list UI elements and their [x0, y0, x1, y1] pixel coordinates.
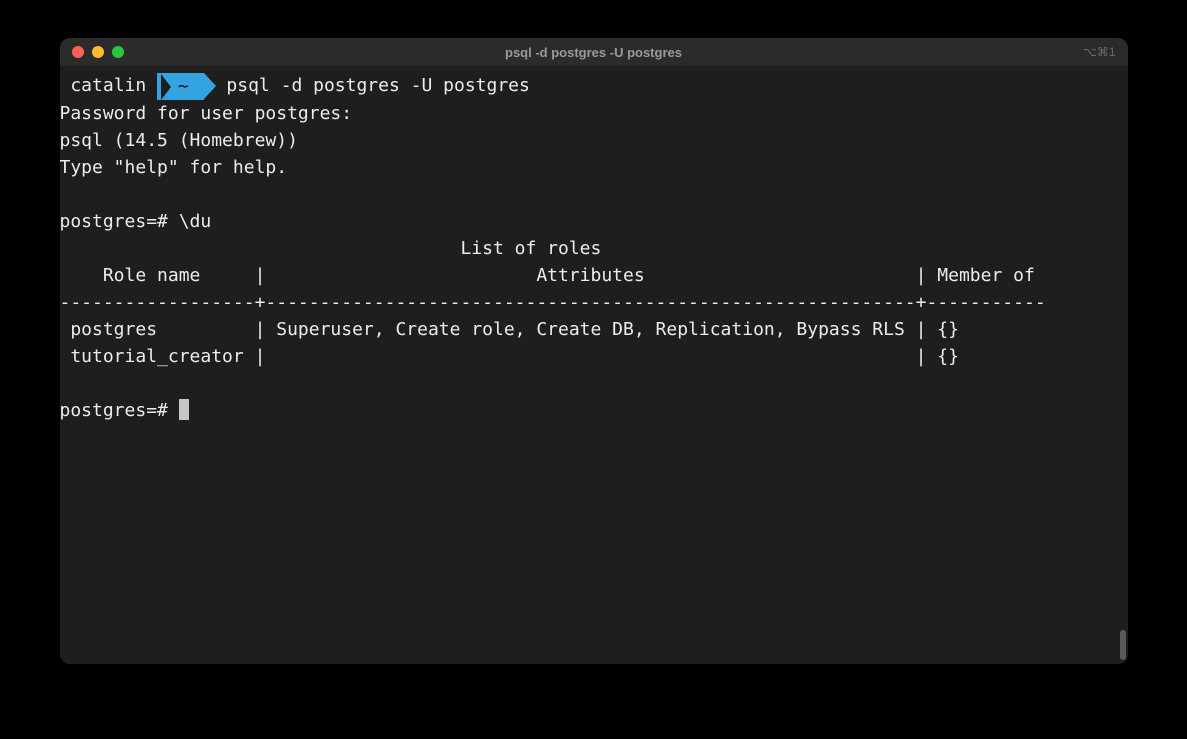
scrollbar-thumb[interactable] [1120, 630, 1126, 660]
output-line: Password for user postgres: [60, 100, 1128, 127]
prompt-command: psql -d postgres -U postgres [226, 75, 529, 96]
prompt-user: catalin [70, 75, 146, 96]
blank-line [60, 181, 1128, 208]
table-header: Role name | Attributes | Member of [60, 262, 1128, 289]
titlebar: psql -d postgres -U postgres ⌥⌘1 [60, 38, 1128, 66]
psql-prompt-line: postgres=# \du [60, 208, 1128, 235]
traffic-lights [60, 46, 124, 58]
window-title: psql -d postgres -U postgres [60, 45, 1128, 60]
prompt-dir: ~ [157, 73, 204, 100]
table-row: tutorial_creator | | {} [60, 343, 1128, 370]
table-divider: ------------------+---------------------… [60, 289, 1128, 316]
zoom-icon[interactable] [112, 46, 124, 58]
table-row: postgres | Superuser, Create role, Creat… [60, 316, 1128, 343]
blank-line [60, 370, 1128, 397]
chevron-right-icon [204, 73, 216, 99]
minimize-icon[interactable] [92, 46, 104, 58]
close-icon[interactable] [72, 46, 84, 58]
psql-prompt-line: postgres=# [60, 397, 1128, 424]
terminal-window: psql -d postgres -U postgres ⌥⌘1 catalin… [60, 38, 1128, 664]
table-title: List of roles [60, 235, 1128, 262]
hotkey-hint: ⌥⌘1 [1083, 45, 1116, 59]
prompt-line: catalin ~ psql -d postgres -U postgres [60, 72, 1128, 100]
output-line: Type "help" for help. [60, 154, 1128, 181]
prompt-dir-segment: ~ [157, 73, 216, 100]
output-line: psql (14.5 (Homebrew)) [60, 127, 1128, 154]
cursor-icon [179, 399, 189, 420]
terminal-body[interactable]: catalin ~ psql -d postgres -U postgresPa… [60, 66, 1128, 664]
